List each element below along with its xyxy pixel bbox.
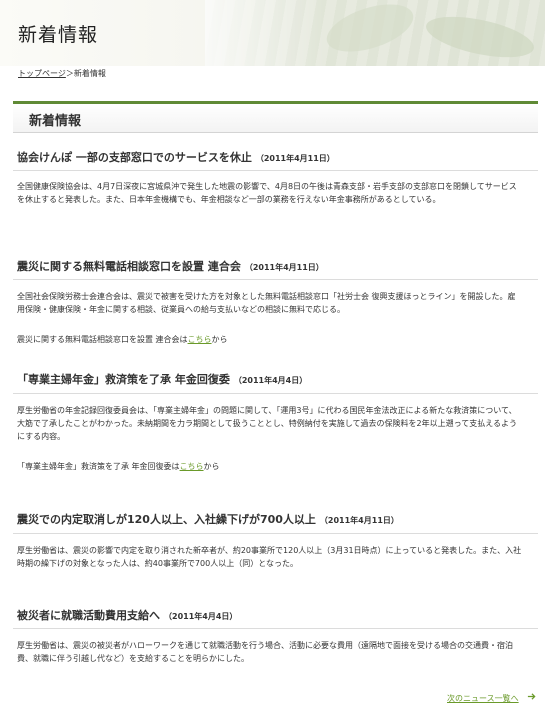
article-divider: [13, 628, 538, 629]
reference-link[interactable]: こちら: [188, 335, 212, 344]
reference-suffix: から: [203, 462, 220, 471]
header-leaf-shape: [321, 0, 419, 61]
page-title: 新着情報: [18, 24, 99, 46]
article-title-text[interactable]: 協会けんぽ 一部の支部窓口でのサービスを休止: [17, 151, 252, 164]
article-date: （2011年4月11日）: [244, 263, 324, 272]
page-header: 新着情報: [0, 0, 545, 66]
breadcrumb: トップページ＞新着情報: [18, 68, 106, 79]
article-divider: [13, 393, 538, 394]
article-title[interactable]: 震災での内定取消しが120人以上、入社繰下げが700人以上 （2011年4月11日…: [17, 511, 399, 527]
reference-text: 「専業主婦年金」救済策を了承 年金回復委は: [17, 462, 180, 471]
article-divider: [13, 170, 538, 171]
header-decoration: [205, 0, 545, 66]
article-date: （2011年4月11日）: [319, 516, 399, 525]
section-title: 新着情報: [29, 114, 82, 129]
article-body: 厚生労働省の年金記録回復委員会は、「専業主婦年金」の問題に関して、「運用3号」に…: [17, 406, 517, 441]
article-title-text[interactable]: 震災に関する無料電話相談窓口を設置 連合会: [17, 260, 241, 273]
article-title-text[interactable]: 震災での内定取消しが120人以上、入社繰下げが700人以上: [17, 513, 316, 526]
article-body: 全国社会保険労務士会連合会は、震災で被害を受けた方を対象とした無料電話相談窓口「…: [17, 292, 516, 314]
article-date: （2011年4月4日）: [233, 376, 308, 385]
article-divider: [13, 533, 538, 534]
article-title[interactable]: 「専業主婦年金」救済策を了承 年金回復委 （2011年4月4日）: [17, 371, 307, 387]
article-divider: [13, 279, 538, 280]
article-body: 厚生労働省は、震災の被災者がハローワークを通じて就職活動を行う場合、活動に必要な…: [17, 641, 513, 663]
reference-suffix: から: [211, 335, 228, 344]
article-reference: 「専業主婦年金」救済策を了承 年金回復委はこちらから: [17, 461, 220, 472]
arrow-right-icon[interactable]: [527, 692, 536, 701]
section-header: 新着情報: [13, 101, 538, 133]
article-title[interactable]: 被災者に就職活動費用支給へ （2011年4月4日）: [17, 607, 237, 623]
next-news-list-link[interactable]: 次のニュース一覧へ: [447, 693, 519, 704]
article-title[interactable]: 震災に関する無料電話相談窓口を設置 連合会 （2011年4月11日）: [17, 258, 324, 274]
header-leaf-shape: [422, 8, 538, 66]
article-title-text[interactable]: 「専業主婦年金」救済策を了承 年金回復委: [17, 373, 230, 386]
breadcrumb-current: 新着情報: [73, 69, 106, 78]
breadcrumb-separator: ＞: [65, 69, 74, 78]
article-title[interactable]: 協会けんぽ 一部の支部窓口でのサービスを休止 （2011年4月11日）: [17, 149, 335, 165]
article-date: （2011年4月4日）: [164, 612, 238, 621]
reference-link[interactable]: こちら: [180, 462, 204, 471]
article-date: （2011年4月11日）: [255, 154, 335, 163]
breadcrumb-top-link[interactable]: トップページ: [18, 69, 66, 78]
article-body: 全国健康保険協会は、4月7日深夜に宮城県沖で発生した地震の影響で、4月8日の午後…: [17, 182, 517, 204]
article-body: 厚生労働省は、震災の影響で内定を取り消された新卒者が、約20事業所で120人以上…: [17, 546, 522, 568]
article-title-text[interactable]: 被災者に就職活動費用支給へ: [17, 609, 160, 622]
reference-text: 震災に関する無料電話相談窓口を設置 連合会は: [17, 335, 188, 344]
article-reference: 震災に関する無料電話相談窓口を設置 連合会はこちらから: [17, 334, 228, 345]
